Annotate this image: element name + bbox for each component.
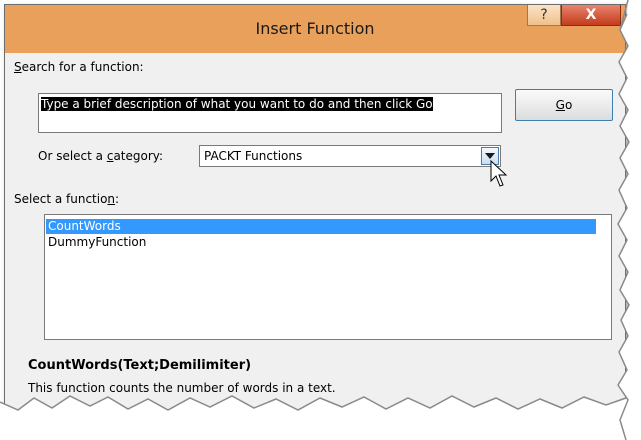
- torn-edge-decoration: [0, 0, 641, 440]
